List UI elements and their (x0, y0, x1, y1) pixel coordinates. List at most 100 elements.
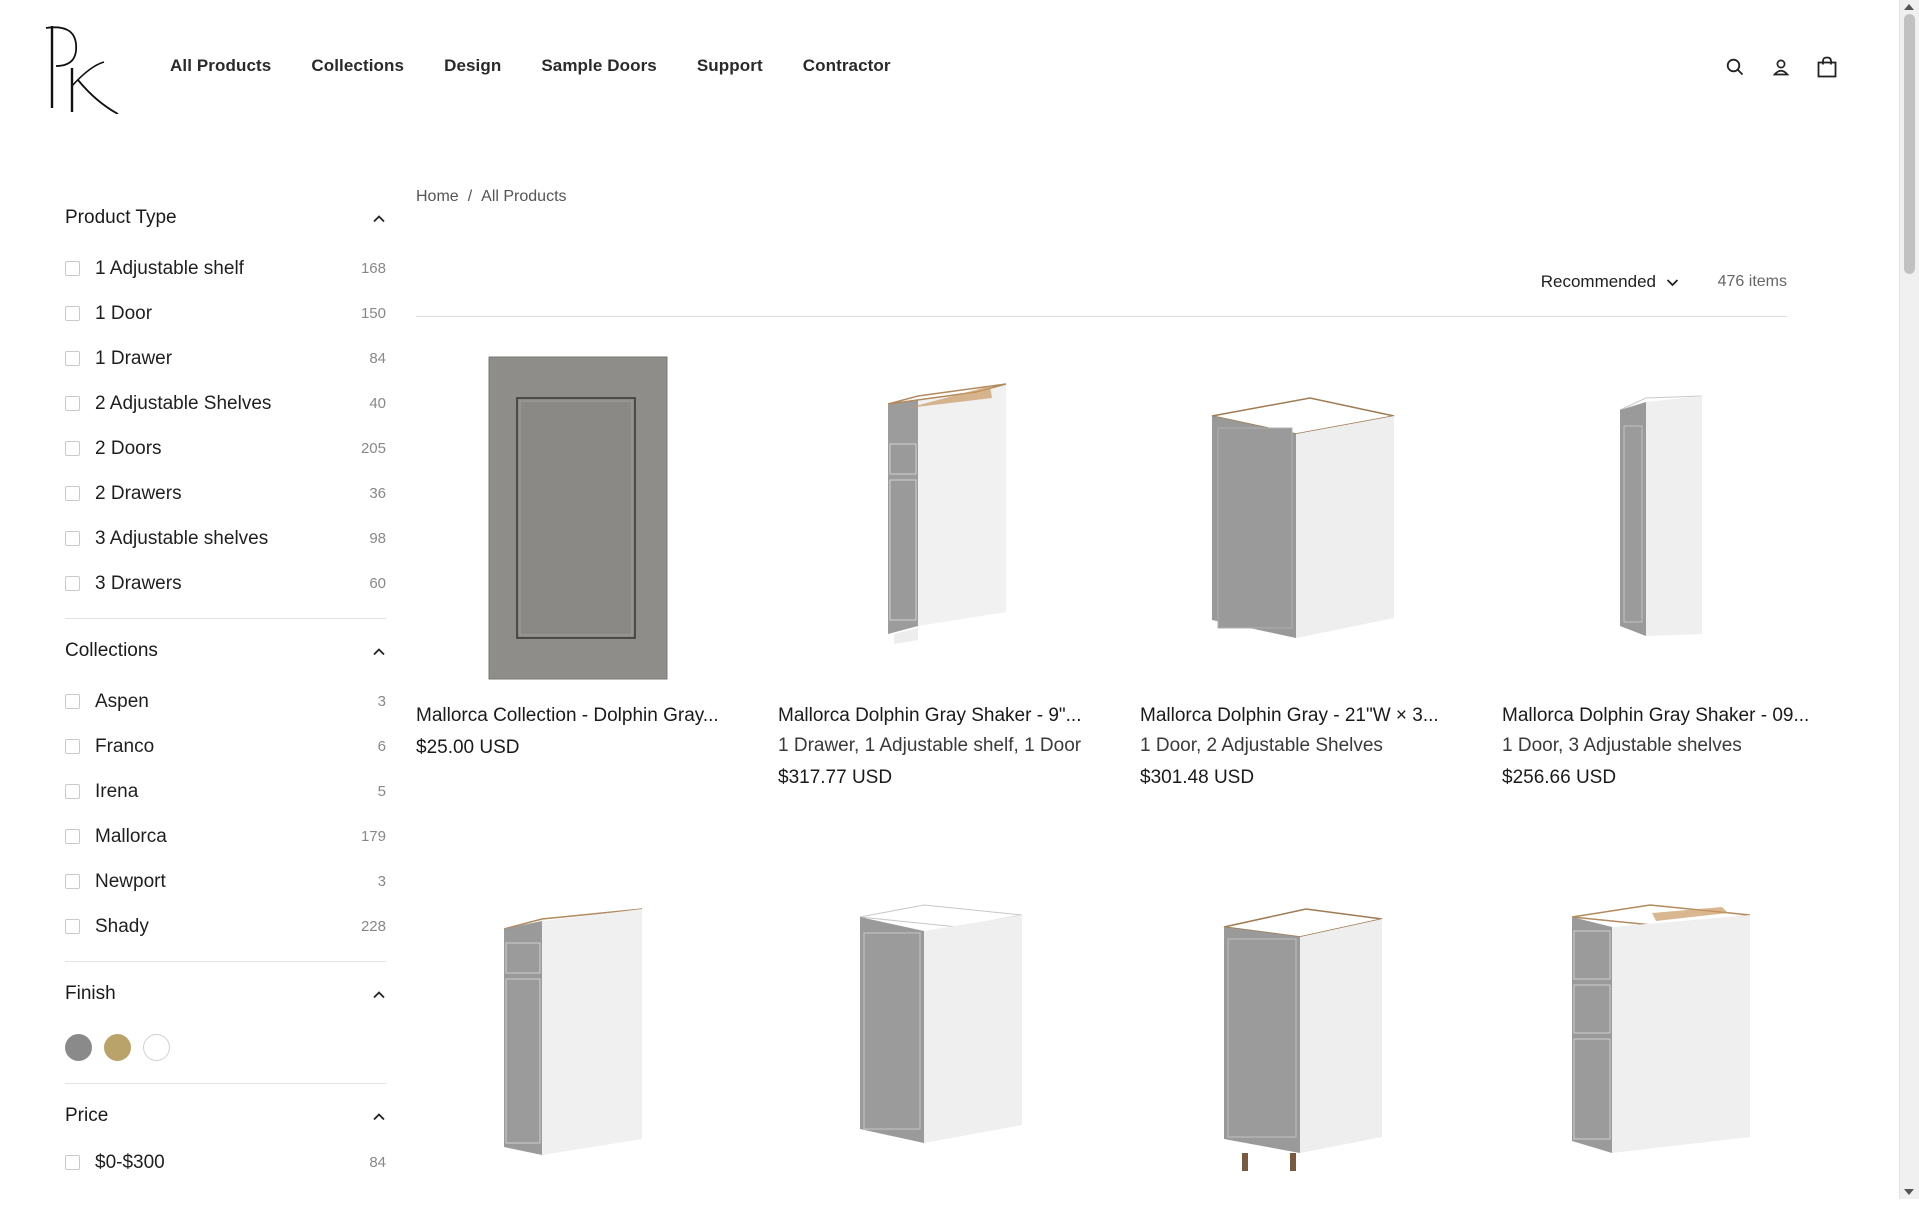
filter-option[interactable]: 1 Door 150 (65, 291, 386, 336)
product-card[interactable]: Mallorca Dolphin Gray Shaker - 9"... 1 D… (778, 356, 1108, 789)
checkbox[interactable] (65, 739, 80, 754)
items-count: 476 items (1717, 273, 1787, 290)
checkbox[interactable] (65, 829, 80, 844)
checkbox[interactable] (65, 351, 80, 366)
cart-icon[interactable] (1814, 54, 1840, 80)
filter-option-label: Newport (95, 870, 166, 892)
product-image[interactable] (416, 356, 746, 681)
filter-option-count: 84 (369, 1154, 386, 1171)
product-card[interactable] (416, 891, 746, 1216)
chevron-up-icon[interactable] (372, 211, 386, 225)
product-card[interactable] (1140, 891, 1470, 1216)
product-card[interactable] (1502, 891, 1832, 1216)
brand-logo[interactable] (44, 22, 122, 115)
filter-header-price[interactable]: Price (65, 1096, 386, 1136)
scroll-up-arrow[interactable] (1904, 4, 1914, 10)
product-subtitle: 1 Door, 3 Adjustable shelves (1502, 735, 1742, 756)
filter-option-label: 2 Doors (95, 437, 162, 459)
swatch-white[interactable] (143, 1034, 170, 1061)
swatch-gold[interactable] (104, 1034, 131, 1061)
product-card[interactable]: Mallorca Dolphin Gray - 21"W × 3... 1 Do… (1140, 356, 1470, 789)
filter-header-collections[interactable]: Collections (65, 631, 386, 671)
product-image[interactable] (1502, 356, 1832, 681)
filter-option-label: 3 Adjustable shelves (95, 527, 269, 549)
filter-header-product-type[interactable]: Product Type (65, 198, 386, 238)
checkbox[interactable] (65, 874, 80, 889)
nav-contractor[interactable]: Contractor (803, 56, 891, 76)
filter-list-collections: Aspen 3 Franco 6 Irena 5 Mallorca 179 Newpor… (65, 671, 386, 961)
swatch-gray[interactable] (65, 1034, 92, 1061)
checkbox[interactable] (65, 306, 80, 321)
filter-group-finish: Finish (65, 974, 386, 1084)
filter-option-label: Shady (95, 915, 149, 937)
product-image[interactable] (1140, 891, 1470, 1216)
checkbox[interactable] (65, 396, 80, 411)
breadcrumb-separator: / (467, 188, 473, 205)
checkbox[interactable] (65, 784, 80, 799)
product-image[interactable] (778, 356, 1108, 681)
filter-option-count: 84 (369, 350, 386, 367)
checkbox[interactable] (65, 441, 80, 456)
product-title[interactable]: Mallorca Dolphin Gray Shaker - 09... (1502, 705, 1837, 727)
filter-option[interactable]: Irena 5 (65, 769, 386, 814)
nav-design[interactable]: Design (444, 56, 501, 76)
filter-option[interactable]: 2 Doors 205 (65, 426, 386, 471)
filter-option-count: 205 (360, 440, 386, 457)
product-title[interactable]: Mallorca Dolphin Gray - 21"W × 3... (1140, 705, 1475, 727)
sort-dropdown[interactable]: Recommended (1541, 272, 1679, 292)
filter-option[interactable]: Shady 228 (65, 904, 386, 949)
breadcrumb-current: All Products (481, 188, 567, 205)
checkbox[interactable] (65, 919, 80, 934)
product-card[interactable] (778, 891, 1108, 1216)
filter-option[interactable]: Mallorca 179 (65, 814, 386, 859)
checkbox[interactable] (65, 576, 80, 591)
checkbox[interactable] (65, 486, 80, 501)
filter-header-finish[interactable]: Finish (65, 974, 386, 1014)
breadcrumb-home[interactable]: Home (416, 188, 459, 205)
account-icon[interactable] (1768, 54, 1794, 80)
filter-option-count: 168 (360, 260, 386, 277)
nav-collections[interactable]: Collections (311, 56, 404, 76)
filter-list-price: $0-$300 84 (65, 1136, 386, 1197)
checkbox[interactable] (65, 1155, 80, 1170)
filter-option[interactable]: 3 Adjustable shelves 98 (65, 516, 386, 561)
chevron-up-icon[interactable] (372, 644, 386, 658)
product-subtitle: 1 Door, 2 Adjustable Shelves (1140, 735, 1383, 756)
product-price: $301.48 USD (1140, 767, 1255, 788)
filter-list-product-type: 1 Adjustable shelf 168 1 Door 150 1 Drawer… (65, 238, 386, 618)
page-scrollbar[interactable] (1899, 0, 1919, 1199)
nav-support[interactable]: Support (697, 56, 763, 76)
filter-option[interactable]: 1 Drawer 84 (65, 336, 386, 381)
product-title[interactable]: Mallorca Dolphin Gray Shaker - 9"... (778, 705, 1113, 727)
filter-option[interactable]: 3 Drawers 60 (65, 561, 386, 606)
search-icon[interactable] (1722, 54, 1748, 80)
product-image[interactable] (778, 891, 1108, 1216)
filter-option[interactable]: 1 Adjustable shelf 168 (65, 246, 386, 291)
scroll-down-arrow[interactable] (1904, 1189, 1914, 1195)
chevron-up-icon[interactable] (372, 1109, 386, 1123)
checkbox[interactable] (65, 694, 80, 709)
filter-option-label: Irena (95, 780, 139, 802)
product-price: $317.77 USD (778, 767, 893, 788)
product-card[interactable]: Mallorca Dolphin Gray Shaker - 09... 1 D… (1502, 356, 1832, 789)
filter-option[interactable]: Aspen 3 (65, 679, 386, 724)
nav-all-products[interactable]: All Products (170, 56, 271, 76)
product-image[interactable] (1502, 891, 1832, 1216)
filter-option-count: 179 (360, 828, 386, 845)
product-title[interactable]: Mallorca Collection - Dolphin Gray... (416, 705, 751, 727)
filter-option[interactable]: 2 Adjustable Shelves 40 (65, 381, 386, 426)
product-image[interactable] (1140, 356, 1470, 681)
product-image[interactable] (416, 891, 746, 1216)
filter-option[interactable]: $0-$300 84 (65, 1140, 386, 1185)
filter-option[interactable]: 2 Drawers 36 (65, 471, 386, 516)
filter-option[interactable]: Franco 6 (65, 724, 386, 769)
nav-sample-doors[interactable]: Sample Doors (541, 56, 657, 76)
checkbox[interactable] (65, 531, 80, 546)
checkbox[interactable] (65, 261, 80, 276)
filter-option[interactable]: Newport 3 (65, 859, 386, 904)
scroll-thumb[interactable] (1904, 14, 1915, 274)
product-card[interactable]: Mallorca Collection - Dolphin Gray... $2… (416, 356, 746, 759)
filter-option-label: Mallorca (95, 825, 167, 847)
site-header: All Products Collections Design Sample D… (0, 0, 1900, 135)
chevron-up-icon[interactable] (372, 987, 386, 1001)
